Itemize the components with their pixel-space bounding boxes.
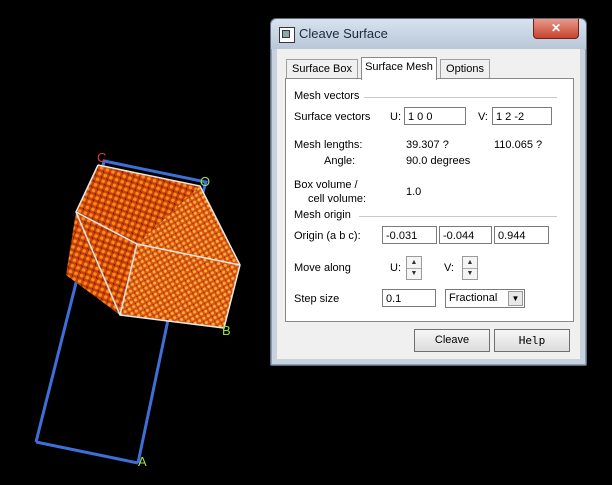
window-app-icon bbox=[279, 27, 295, 43]
origin-label: Origin (a b c): bbox=[294, 230, 361, 242]
box-volume-label: Box volume / bbox=[294, 179, 358, 191]
u-vector-label: U: bbox=[390, 111, 401, 123]
cleave-surface-dialog: Cleave Surface ✕ Surface Box Surface Mes… bbox=[270, 18, 587, 366]
move-along-label: Move along bbox=[294, 262, 351, 274]
dialog-client-area: Surface Box Surface Mesh Options Mesh ve… bbox=[277, 49, 580, 359]
close-icon: ✕ bbox=[550, 21, 562, 35]
volume-ratio-value: 1.0 bbox=[406, 186, 422, 198]
v-vector-label: V: bbox=[478, 111, 488, 123]
axis-label-b: B bbox=[222, 323, 231, 338]
mesh-origin-divider bbox=[359, 216, 557, 217]
tab-surface-mesh[interactable]: Surface Mesh bbox=[361, 57, 437, 80]
move-v-label: V: bbox=[444, 262, 454, 274]
spin-down-icon[interactable]: ▼ bbox=[463, 268, 477, 279]
dialog-titlebar[interactable]: Cleave Surface ✕ bbox=[271, 19, 586, 49]
move-u-label: U: bbox=[390, 262, 401, 274]
axis-label-a: A bbox=[138, 454, 147, 469]
axis-label-o: O bbox=[200, 174, 211, 189]
step-size-input[interactable]: 0.1 bbox=[382, 289, 436, 307]
dialog-title: Cleave Surface bbox=[299, 26, 388, 41]
cell-volume-label: cell volume: bbox=[308, 193, 367, 205]
angle-label: Angle: bbox=[324, 155, 356, 167]
close-button[interactable]: ✕ bbox=[533, 19, 579, 39]
mesh-vectors-heading: Mesh vectors bbox=[294, 90, 360, 102]
spin-down-icon[interactable]: ▼ bbox=[407, 268, 421, 279]
chevron-down-icon[interactable]: ▼ bbox=[508, 291, 523, 306]
origin-a-input[interactable]: -0.031 bbox=[382, 226, 437, 244]
move-u-spinner[interactable]: ▲ ▼ bbox=[406, 256, 422, 280]
axis-label-c: C bbox=[97, 150, 107, 165]
surface-vectors-label: Surface vectors bbox=[294, 111, 371, 123]
mesh-length-u: 39.307 ? bbox=[406, 139, 449, 151]
tab-options[interactable]: Options bbox=[440, 59, 490, 79]
move-v-spinner[interactable]: ▲ ▼ bbox=[462, 256, 478, 280]
step-unit-value: Fractional bbox=[449, 292, 498, 304]
mesh-length-v: 110.065 ? bbox=[494, 139, 543, 151]
angle-value: 90.0 degrees bbox=[406, 155, 471, 167]
origin-b-input[interactable]: -0.044 bbox=[439, 226, 492, 244]
mesh-lengths-label: Mesh lengths: bbox=[294, 139, 363, 151]
step-size-label: Step size bbox=[294, 293, 340, 305]
origin-c-input[interactable]: 0.944 bbox=[494, 226, 549, 244]
v-vector-input[interactable]: 1 2 -2 bbox=[492, 107, 552, 125]
cleave-button[interactable]: Cleave bbox=[414, 329, 490, 352]
step-unit-select[interactable]: Fractional ▼ bbox=[445, 289, 525, 308]
mesh-vectors-divider bbox=[364, 97, 557, 98]
surface-mesh-panel: Mesh vectors Surface vectors U: 1 0 0 V:… bbox=[285, 78, 574, 322]
u-vector-input[interactable]: 1 0 0 bbox=[404, 107, 466, 125]
mesh-origin-heading: Mesh origin bbox=[294, 209, 351, 221]
tab-surface-box[interactable]: Surface Box bbox=[286, 59, 358, 79]
help-button[interactable]: Help bbox=[494, 329, 570, 352]
